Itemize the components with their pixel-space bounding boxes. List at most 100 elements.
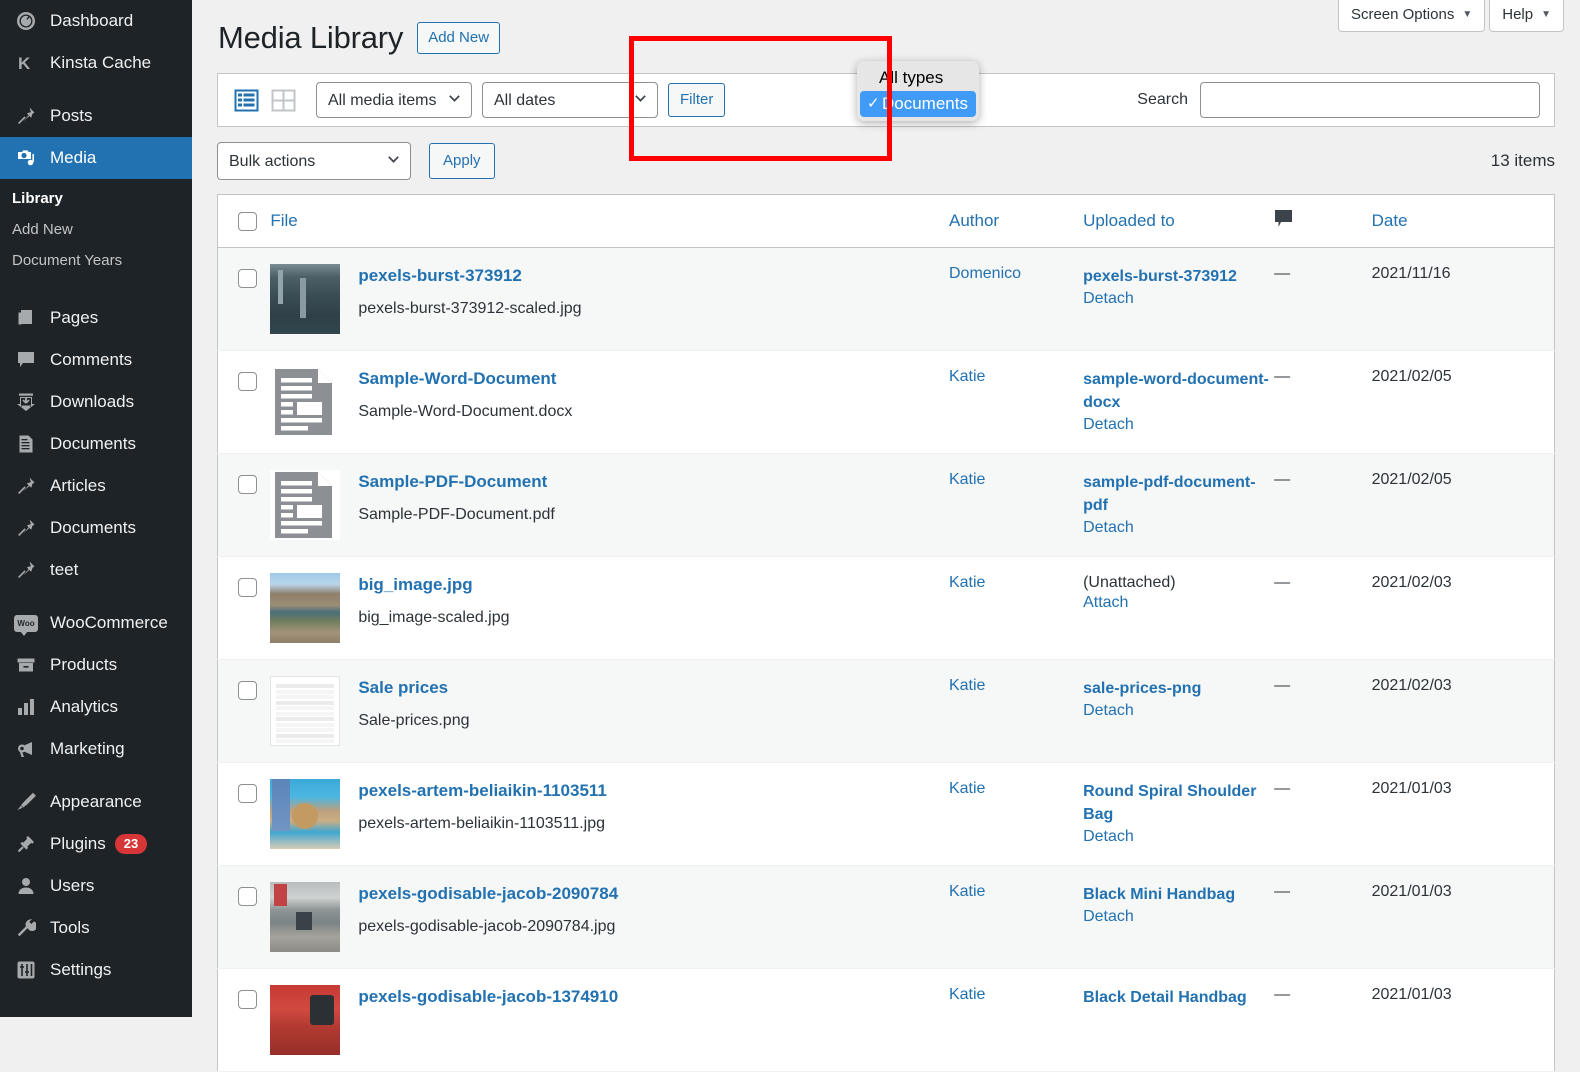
sidebar-item-documents[interactable]: Documents [0, 423, 192, 465]
author-link[interactable]: Katie [949, 780, 985, 797]
sidebar-item-teet[interactable]: teet [0, 549, 192, 591]
apply-button[interactable]: Apply [429, 143, 495, 179]
sidebar-item-woocommerce[interactable]: Woo WooCommerce [0, 602, 192, 644]
bulk-actions-select[interactable]: Bulk actions [217, 142, 411, 180]
sidebar-item-media[interactable]: Media [0, 137, 200, 179]
submenu-item-library[interactable]: Library [0, 183, 192, 214]
select-all-checkbox[interactable] [238, 212, 257, 231]
author-link[interactable]: Katie [949, 471, 985, 488]
file-title-link[interactable]: pexels-artem-beliaikin-1103511 [358, 781, 607, 801]
table-row[interactable]: big_image.jpg big_image-scaled.jpg Katie (U… [217, 556, 1555, 660]
media-type-select[interactable]: All media items [316, 82, 472, 118]
sidebar-item-marketing[interactable]: Marketing [0, 728, 192, 770]
table-row[interactable]: pexels-godisable-jacob-2090784 pexels-god… [217, 865, 1555, 969]
search-input[interactable] [1200, 82, 1540, 118]
sidebar-item-comments[interactable]: Comments [0, 339, 192, 381]
column-header-uploaded-to[interactable]: Uploaded to [1083, 194, 1275, 248]
column-header-file[interactable]: File [270, 194, 949, 248]
row-checkbox[interactable] [238, 578, 257, 597]
table-row[interactable]: Sale prices Sale-prices.png Katie sale-pric… [217, 659, 1555, 763]
file-title-link[interactable]: Sample-Word-Document [358, 369, 572, 389]
file-title-link[interactable]: pexels-godisable-jacob-2090784 [358, 884, 618, 904]
table-row[interactable]: Sample-Word-Document Sample-Word-Document… [217, 350, 1555, 454]
filter-button[interactable]: Filter [668, 83, 726, 117]
author-link[interactable]: Katie [949, 677, 985, 694]
sidebar-item-kinsta-cache[interactable]: K Kinsta Cache [0, 42, 192, 84]
uploaded-to-link[interactable]: Black Mini Handbag [1083, 883, 1274, 906]
submenu-item-add-new[interactable]: Add New [0, 214, 192, 245]
type-option-all-types[interactable]: All types [857, 65, 979, 91]
file-title-link[interactable]: pexels-godisable-jacob-1374910 [358, 987, 618, 1007]
sidebar-item-settings[interactable]: Settings [0, 949, 192, 991]
uploaded-to-link[interactable]: sample-pdf-document-pdf [1083, 471, 1274, 517]
sidebar-item-articles[interactable]: Articles [0, 465, 192, 507]
unattached-label: (Unattached) [1083, 574, 1176, 591]
attach-action-link[interactable]: Detach [1083, 908, 1274, 926]
sidebar-item-users[interactable]: Users [0, 865, 192, 907]
row-checkbox[interactable] [238, 269, 257, 288]
add-new-button[interactable]: Add New [417, 22, 501, 54]
document-icon [12, 433, 40, 455]
submenu-item-document-years[interactable]: Document Years [0, 245, 192, 276]
list-view-icon[interactable] [232, 86, 261, 115]
row-checkbox[interactable] [238, 681, 257, 700]
file-title-link[interactable]: big_image.jpg [358, 575, 509, 595]
uploaded-to-link[interactable]: pexels-burst-373912 [1083, 265, 1274, 288]
sidebar-item-tools[interactable]: Tools [0, 907, 192, 949]
sidebar-item-documents[interactable]: Documents [0, 507, 192, 549]
uploaded-to-link[interactable]: sample-word-document-docx [1083, 368, 1274, 414]
type-option-documents[interactable]: ✓ Documents [860, 91, 976, 117]
sidebar-item-posts[interactable]: Posts [0, 95, 192, 137]
author-link[interactable]: Katie [949, 368, 985, 385]
file-title-link[interactable]: Sample-PDF-Document [358, 472, 555, 492]
uploaded-to-link[interactable]: Black Detail Handbag [1083, 986, 1274, 1009]
column-header-date[interactable]: Date [1371, 194, 1555, 248]
attach-action-link[interactable]: Detach [1083, 702, 1274, 720]
help-button[interactable]: Help ▼ [1489, 0, 1564, 32]
author-link[interactable]: Katie [949, 986, 985, 1003]
settings-icon [12, 959, 40, 981]
sidebar-item-dashboard[interactable]: Dashboard [0, 0, 192, 42]
attach-action-link[interactable]: Detach [1083, 290, 1274, 308]
attach-action-link[interactable]: Detach [1083, 519, 1274, 537]
sidebar-item-pages[interactable]: Pages [0, 297, 192, 339]
grid-view-icon[interactable] [269, 86, 298, 115]
table-row[interactable]: pexels-artem-beliaikin-1103511 pexels-art… [217, 762, 1555, 866]
row-checkbox[interactable] [238, 887, 257, 906]
search-area: Search [1137, 82, 1540, 118]
file-name: Sale-prices.png [358, 712, 470, 729]
attach-action-link[interactable]: Attach [1083, 594, 1274, 612]
author-link[interactable]: Katie [949, 883, 985, 900]
row-checkbox[interactable] [238, 372, 257, 391]
sidebar-item-downloads[interactable]: Downloads [0, 381, 192, 423]
upload-date: 2021/02/03 [1371, 574, 1452, 591]
row-checkbox[interactable] [238, 784, 257, 803]
attach-action-link[interactable]: Detach [1083, 828, 1274, 846]
sidebar-item-products[interactable]: Products [0, 644, 192, 686]
table-row[interactable]: Sample-PDF-Document Sample-PDF-Document.p… [217, 453, 1555, 557]
row-checkbox[interactable] [238, 475, 257, 494]
table-row[interactable]: pexels-godisable-jacob-1374910 Katie Black… [217, 968, 1555, 1072]
uploaded-to-link[interactable]: sale-prices-png [1083, 677, 1274, 700]
dashboard-icon [12, 10, 40, 32]
file-name: big_image-scaled.jpg [358, 609, 510, 626]
uploaded-to-cell: Black Mini Handbag Detach [1083, 865, 1275, 969]
type-filter-dropdown-popup[interactable]: All types ✓ Documents [857, 61, 979, 121]
file-title-link[interactable]: Sale prices [358, 678, 469, 698]
table-row[interactable]: pexels-burst-373912 pexels-burst-373912-s… [217, 247, 1555, 351]
sidebar-item-plugins[interactable]: Plugins 23 [0, 823, 192, 865]
author-link[interactable]: Katie [949, 574, 985, 591]
column-header-author[interactable]: Author [948, 194, 1084, 248]
date-filter-select[interactable]: All dates [482, 82, 658, 118]
attach-action-link[interactable]: Detach [1083, 416, 1274, 434]
sidebar-item-appearance[interactable]: Appearance [0, 781, 192, 823]
screen-options-button[interactable]: Screen Options ▼ [1337, 0, 1486, 32]
uploaded-to-link[interactable]: Round Spiral Shoulder Bag [1083, 780, 1274, 826]
row-checkbox[interactable] [238, 990, 257, 1009]
file-title-link[interactable]: pexels-burst-373912 [358, 266, 581, 286]
column-header-comments[interactable] [1274, 194, 1372, 248]
author-link[interactable]: Domenico [949, 265, 1021, 282]
sidebar-item-label: Settings [50, 960, 112, 979]
media-thumbnail [270, 676, 341, 746]
sidebar-item-analytics[interactable]: Analytics [0, 686, 192, 728]
